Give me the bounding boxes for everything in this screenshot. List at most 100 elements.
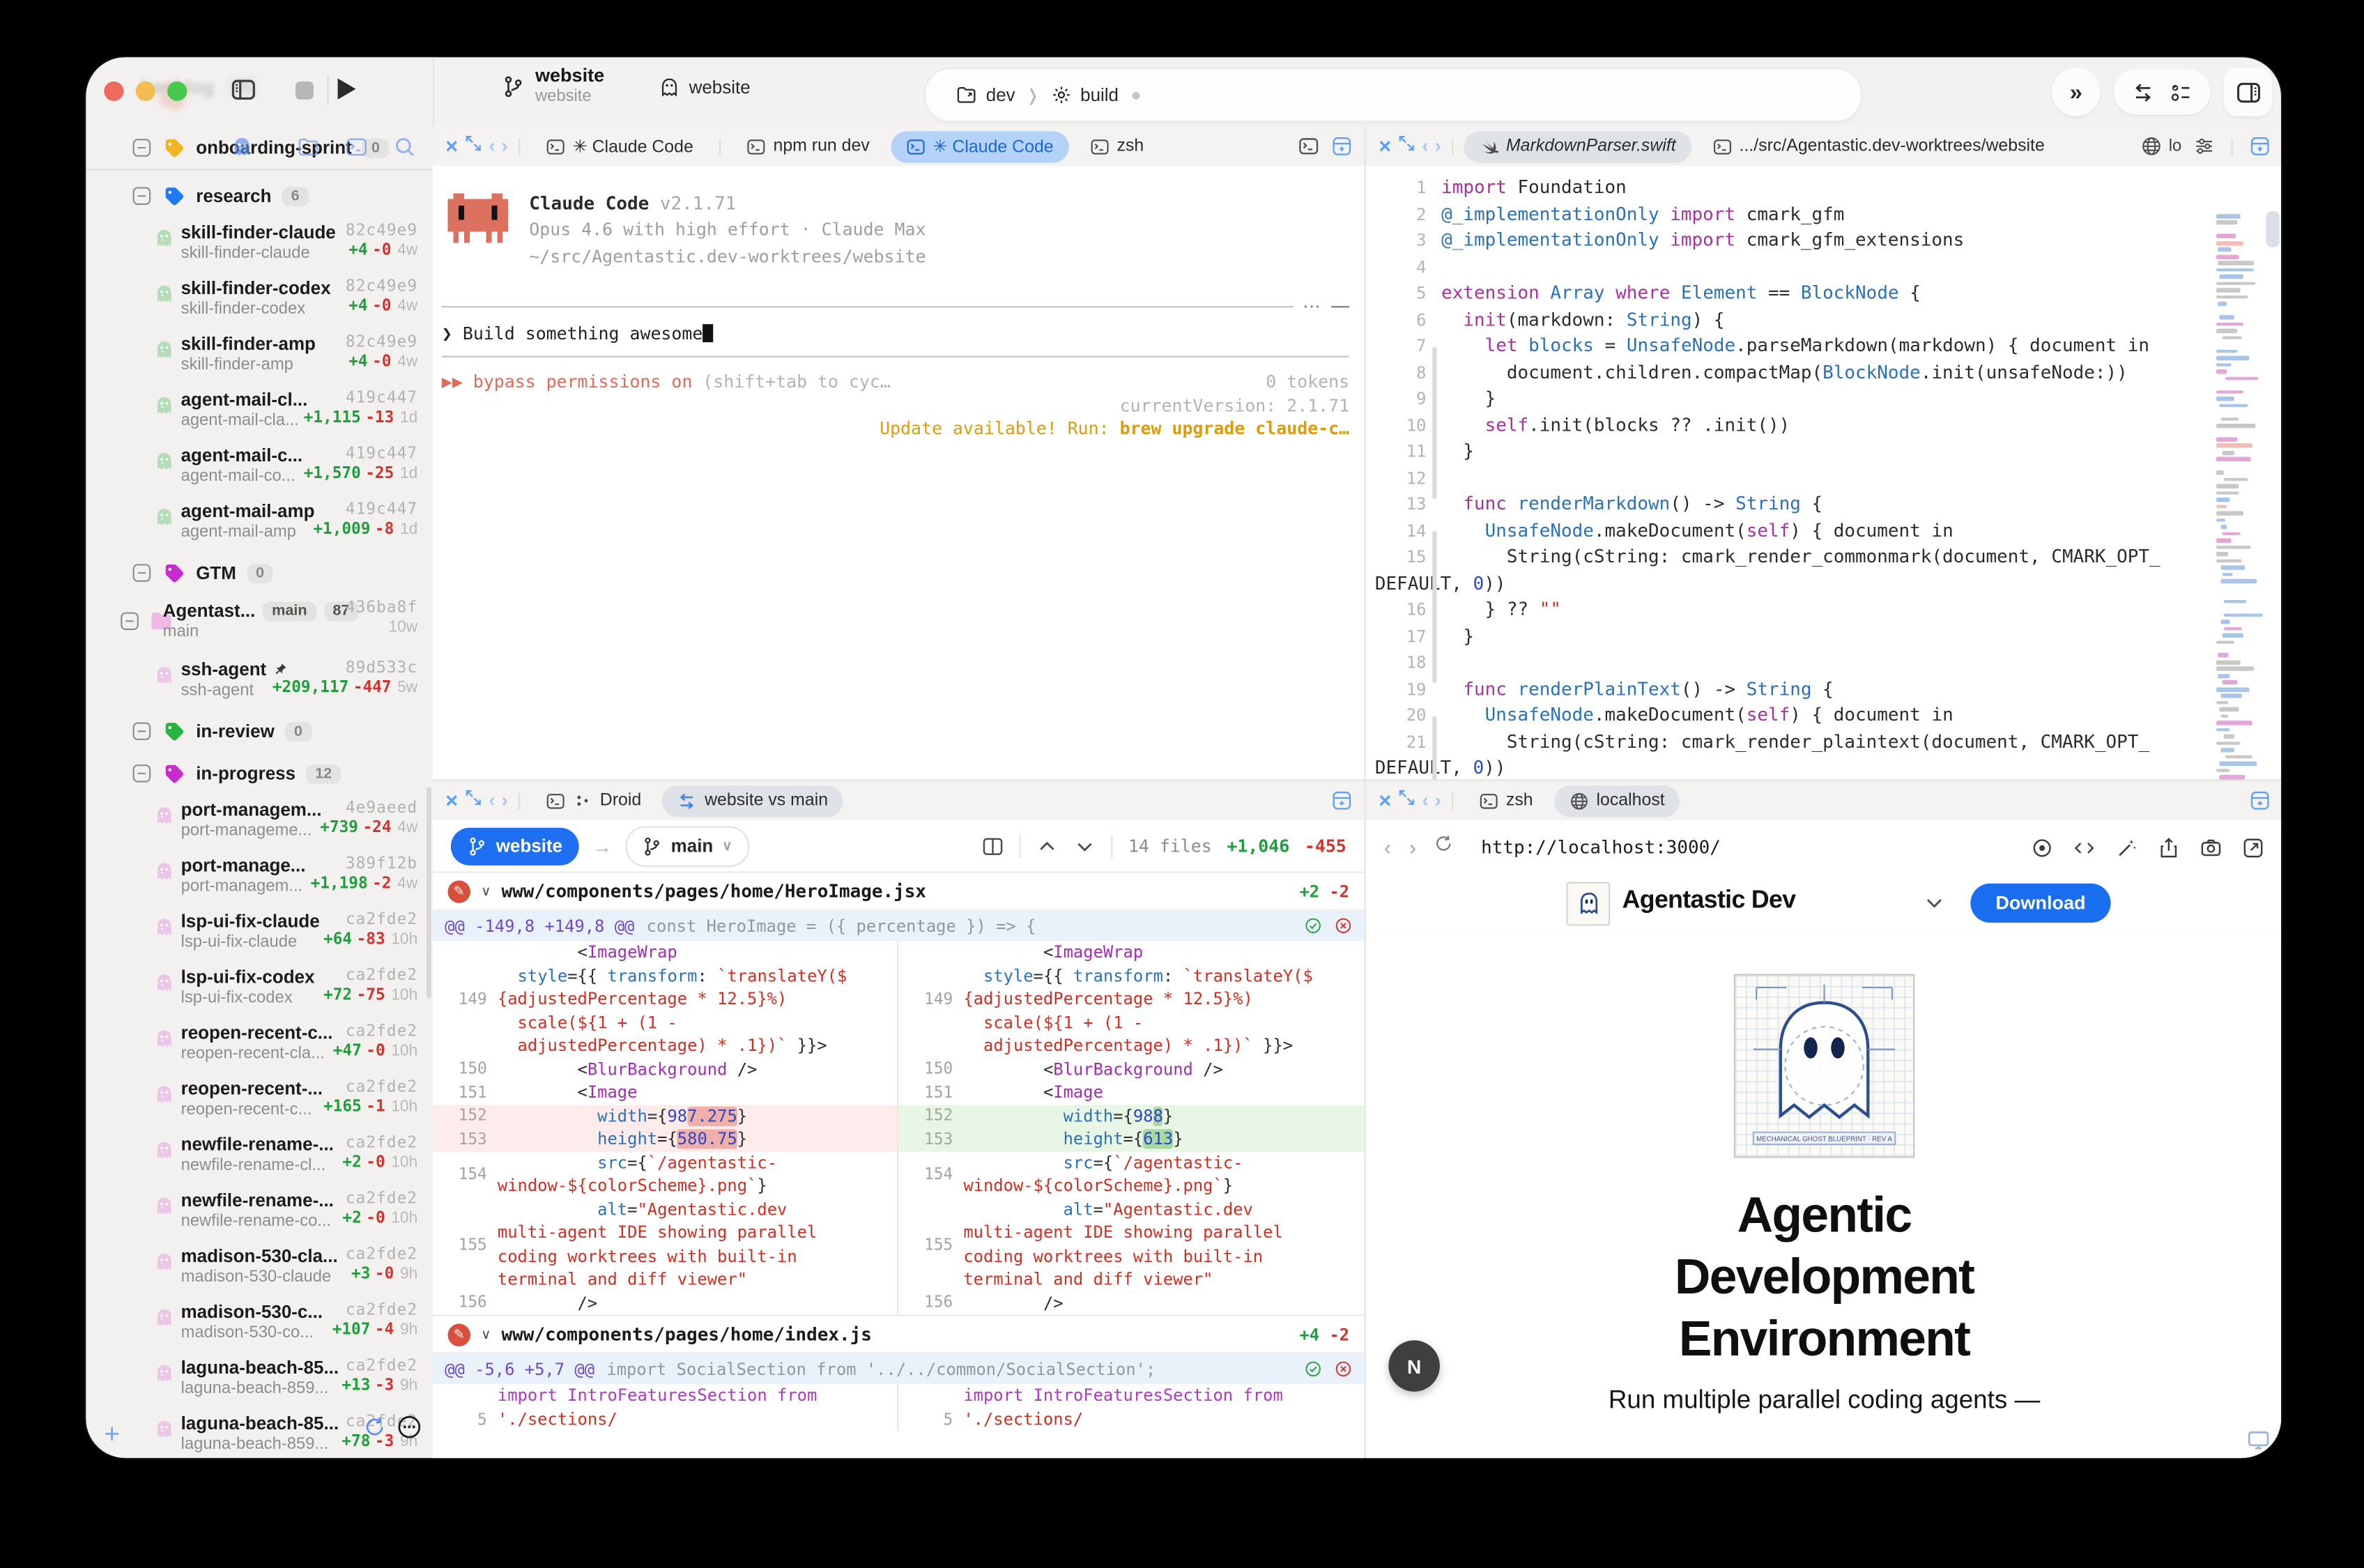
- diff-viewer[interactable]: ✎∨www/components/pages/home/HeroImage.js…: [433, 871, 1365, 1458]
- reload-icon[interactable]: [1434, 833, 1454, 861]
- inspect-icon[interactable]: [2031, 836, 2053, 859]
- globe-icon[interactable]: [2142, 136, 2163, 157]
- tag-group-row[interactable]: onboarding-sprint0: [86, 127, 433, 169]
- tag-group-row[interactable]: in-progress12: [86, 753, 433, 795]
- term-icon[interactable]: [1298, 136, 1319, 157]
- back-button[interactable]: ‹: [1384, 836, 1391, 860]
- collapse-chevron-icon[interactable]: ∨: [481, 1326, 491, 1343]
- minimap[interactable]: [2216, 214, 2262, 779]
- approve-hunk-icon[interactable]: [1304, 1360, 1322, 1378]
- open-external-icon[interactable]: [2242, 836, 2264, 859]
- checklist-icon[interactable]: [2170, 81, 2192, 103]
- splitplus-icon[interactable]: [1331, 790, 1352, 811]
- project-switcher[interactable]: website website: [502, 66, 604, 105]
- prev-change-icon[interactable]: [1036, 834, 1059, 856]
- share-icon[interactable]: [2158, 836, 2180, 859]
- worktree-row[interactable]: ssh-agentssh-agent89d533c+209,117-4475w: [86, 654, 433, 710]
- splitplus-icon[interactable]: [2250, 790, 2271, 811]
- tab--src-agentastic-dev-worktrees-website[interactable]: .../src/Agentastic.dev-worktrees/website: [1697, 130, 2060, 162]
- reject-hunk-icon[interactable]: [1334, 916, 1352, 935]
- tab-droid[interactable]: Droid: [530, 785, 657, 816]
- close-pane-icon[interactable]: ✕: [445, 137, 459, 156]
- minimize-window-button[interactable]: [136, 82, 155, 101]
- tab-website-vs-main[interactable]: website vs main: [663, 785, 843, 816]
- collapse-chevron-icon[interactable]: ∨: [481, 883, 491, 900]
- tab--claude-code[interactable]: ✳ Claude Code: [530, 130, 708, 162]
- nav-forward-icon[interactable]: ›: [1434, 139, 1441, 154]
- split-view-icon[interactable]: [982, 834, 1004, 856]
- worktree-row[interactable]: skill-finder-claudeskill-finder-claude82…: [86, 217, 433, 273]
- expand-pane-icon[interactable]: [465, 787, 483, 814]
- tab-npm-run-dev[interactable]: npm run dev: [731, 130, 885, 162]
- worktree-row[interactable]: agent-mail-ampagent-mail-amp419c447+1,00…: [86, 496, 433, 552]
- worktree-row[interactable]: lsp-ui-fix-claudelsp-ui-fix-claudeca2fde…: [86, 906, 433, 962]
- worktree-row[interactable]: newfile-rename-...newfile-rename-co...ca…: [86, 1185, 433, 1240]
- expand-pane-icon[interactable]: [465, 132, 483, 160]
- sidebar-scrollbar[interactable]: [427, 787, 431, 998]
- task-breadcrumb[interactable]: dev ❭ build: [924, 68, 1862, 122]
- swap-arrows-icon[interactable]: [2132, 81, 2154, 103]
- screenshot-icon[interactable]: [2200, 836, 2222, 859]
- magic-cursor-icon[interactable]: [2115, 836, 2137, 859]
- prompt-line[interactable]: ❯ Build something awesome: [442, 323, 1349, 344]
- reject-hunk-icon[interactable]: [1334, 1360, 1352, 1378]
- add-worktree-button[interactable]: +: [104, 1422, 120, 1446]
- nav-forward-icon[interactable]: ›: [1434, 793, 1441, 808]
- worktree-row[interactable]: skill-finder-codexskill-finder-codex82c4…: [86, 273, 433, 329]
- download-button[interactable]: Download: [1970, 884, 2110, 923]
- close-pane-icon[interactable]: ✕: [1378, 791, 1392, 810]
- agent-session-label[interactable]: website: [659, 77, 750, 98]
- worktree-row[interactable]: lsp-ui-fix-codexlsp-ui-fix-codexca2fde2+…: [86, 962, 433, 1017]
- close-window-button[interactable]: [104, 82, 123, 101]
- expand-pane-icon[interactable]: [1398, 132, 1416, 160]
- claude-code-terminal[interactable]: Claude Code v2.1.71 Opus 4.6 with high e…: [433, 166, 1365, 780]
- worktree-row[interactable]: skill-finder-ampskill-finder-amp82c49e9+…: [86, 329, 433, 385]
- prompt-input-box[interactable]: ⋯ ❯ Build something awesome: [442, 302, 1349, 358]
- splitplus-icon[interactable]: [2250, 136, 2271, 157]
- breadcrumb-folder[interactable]: dev: [956, 84, 1015, 105]
- nav-forward-icon[interactable]: ›: [501, 793, 507, 808]
- diff-file-header[interactable]: ✎∨www/components/pages/home/index.js+4 -…: [433, 1315, 1365, 1354]
- nav-back-icon[interactable]: ‹: [1422, 139, 1428, 154]
- worktree-row[interactable]: madison-530-cla...madison-530-claudeca2f…: [86, 1241, 433, 1297]
- run-button[interactable]: [338, 78, 356, 99]
- tag-group-row[interactable]: research6: [86, 175, 433, 217]
- tab-localhost[interactable]: localhost: [1554, 785, 1680, 816]
- collapse-panels-button[interactable]: »: [2052, 68, 2100, 116]
- worktree-row[interactable]: port-manage...port-managem...389f12b+1,1…: [86, 850, 433, 906]
- prompt-menu-dots[interactable]: ⋯: [1303, 302, 1322, 311]
- prompt-text[interactable]: Build something awesome: [463, 323, 703, 344]
- expand-pane-icon[interactable]: [1398, 787, 1416, 814]
- worktree-row[interactable]: madison-530-c...madison-530-co...ca2fde2…: [86, 1297, 433, 1353]
- forward-button[interactable]: ›: [1409, 836, 1416, 860]
- worktree-row[interactable]: laguna-beach-85...laguna-beach-859...ca2…: [86, 1353, 433, 1408]
- target-branch-pill[interactable]: main ∨: [626, 825, 749, 866]
- notification-badge[interactable]: N: [1388, 1340, 1440, 1392]
- sliders-icon[interactable]: [2194, 136, 2215, 157]
- diff-file-header[interactable]: ✎∨www/components/pages/home/HeroImage.js…: [433, 871, 1365, 910]
- nav-back-icon[interactable]: ‹: [489, 139, 495, 154]
- worktree-row[interactable]: reopen-recent-...reopen-recent-c...ca2fd…: [86, 1073, 433, 1129]
- toggle-sidebar-icon[interactable]: [231, 77, 256, 110]
- base-branch-pill[interactable]: website: [451, 827, 579, 865]
- breadcrumb-task[interactable]: build: [1050, 84, 1119, 105]
- toggle-right-panel-button[interactable]: [2224, 68, 2272, 116]
- splitplus-icon[interactable]: [1331, 136, 1352, 157]
- chevron-down-icon[interactable]: [1924, 893, 1944, 921]
- code-editor[interactable]: 1import Foundation2@_implementationOnly …: [1366, 166, 2281, 780]
- more-options-icon[interactable]: [397, 1414, 422, 1447]
- display-icon[interactable]: [2246, 1428, 2271, 1458]
- worktree-row[interactable]: agent-mail-cl...agent-mail-cla...419c447…: [86, 385, 433, 440]
- worktree-row[interactable]: reopen-recent-c...reopen-recent-cla...ca…: [86, 1017, 433, 1073]
- tag-group-row[interactable]: GTM0: [86, 552, 433, 594]
- close-pane-icon[interactable]: ✕: [1378, 137, 1392, 156]
- repo-row[interactable]: Agentast...main87main436ba8f10w: [86, 594, 433, 654]
- editor-scrollbar-thumb[interactable]: [2266, 211, 2279, 247]
- nav-back-icon[interactable]: ‹: [1422, 793, 1428, 808]
- tab--claude-code[interactable]: ✳ Claude Code: [891, 130, 1068, 162]
- nav-forward-icon[interactable]: ›: [501, 139, 507, 154]
- stop-button[interactable]: [296, 82, 314, 100]
- tab-markdownparser-swift[interactable]: MarkdownParser.swift: [1464, 130, 1691, 162]
- view-mode-buttons[interactable]: [2114, 70, 2210, 115]
- tag-group-row[interactable]: in-review0: [86, 710, 433, 753]
